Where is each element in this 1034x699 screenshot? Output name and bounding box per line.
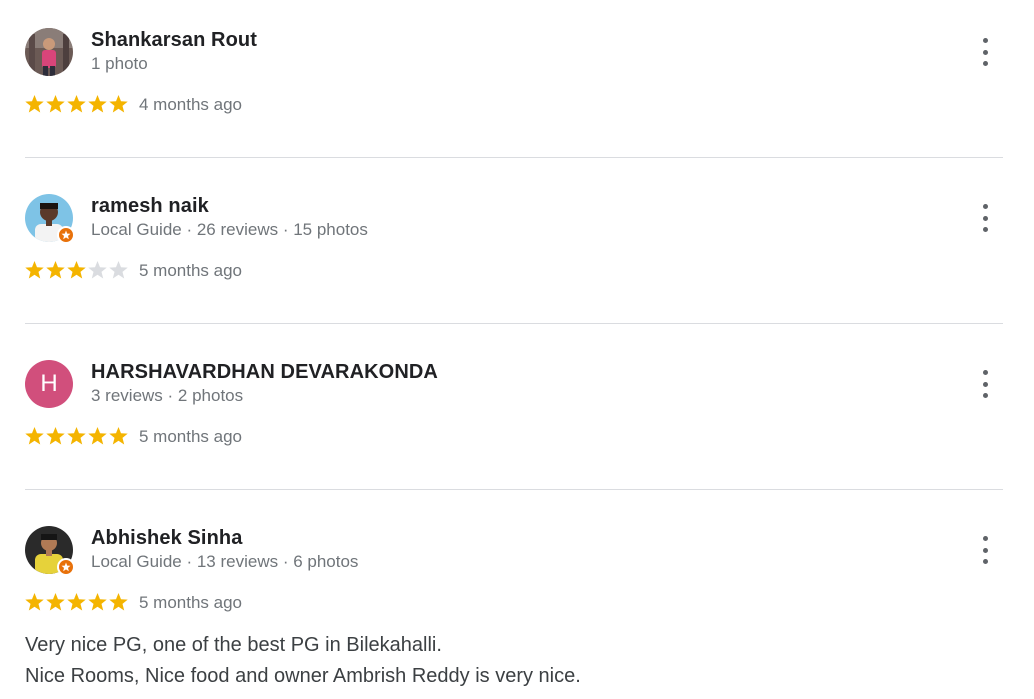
star-icon xyxy=(46,427,65,445)
reviewer-name[interactable]: HARSHAVARDHAN DEVARAKONDA xyxy=(91,361,438,384)
reviewer-avatar[interactable] xyxy=(25,28,73,76)
star-icon xyxy=(46,593,65,611)
more-vert-icon[interactable] xyxy=(975,536,995,564)
star-icon xyxy=(67,593,86,611)
reviewer-meta[interactable]: Local Guide · 13 reviews · 6 photos xyxy=(91,552,358,572)
more-vert-icon[interactable] xyxy=(975,204,995,232)
star-icon xyxy=(109,427,128,445)
reviewer-meta[interactable]: 3 reviews · 2 photos xyxy=(91,386,243,406)
avatar-photo xyxy=(25,28,73,76)
star-icon xyxy=(25,593,44,611)
reviewer-avatar[interactable] xyxy=(25,526,75,576)
star-icon xyxy=(25,95,44,113)
star-icon xyxy=(88,261,107,279)
star-icon xyxy=(67,261,86,279)
star-icon xyxy=(67,427,86,445)
review-text: Very nice PG, one of the best PG in Bile… xyxy=(25,630,581,692)
divider xyxy=(25,323,1003,324)
star-icon xyxy=(67,95,86,113)
reviewer-name[interactable]: Shankarsan Rout xyxy=(91,29,257,52)
reviewer-avatar[interactable] xyxy=(25,194,75,244)
star-icon xyxy=(109,593,128,611)
local-guide-badge-icon xyxy=(57,558,75,576)
star-icon xyxy=(109,261,128,279)
star-icon xyxy=(25,427,44,445)
star-icon xyxy=(88,95,107,113)
star-icon xyxy=(88,593,107,611)
divider xyxy=(25,157,1003,158)
star-rating xyxy=(24,260,129,280)
reviewer-name[interactable]: ramesh naik xyxy=(91,195,209,218)
star-icon xyxy=(88,427,107,445)
reviewer-meta[interactable]: Local Guide · 26 reviews · 15 photos xyxy=(91,220,368,240)
reviewer-meta[interactable]: 1 photo xyxy=(91,54,148,74)
star-rating xyxy=(24,94,129,114)
review-time: 5 months ago xyxy=(139,593,243,612)
more-vert-icon[interactable] xyxy=(975,38,995,66)
avatar-letter: H xyxy=(25,360,73,408)
star-rating xyxy=(24,426,129,446)
reviewer-name[interactable]: Abhishek Sinha xyxy=(91,527,242,550)
review-text-line: Nice Rooms, Nice food and owner Ambrish … xyxy=(25,665,581,687)
review-time: 5 months ago xyxy=(139,261,243,280)
divider xyxy=(25,489,1003,490)
star-icon xyxy=(46,261,65,279)
review-text-line: Very nice PG, one of the best PG in Bile… xyxy=(25,634,442,656)
reviewer-avatar[interactable]: H xyxy=(25,360,73,408)
star-rating xyxy=(24,592,129,612)
local-guide-badge-icon xyxy=(57,226,75,244)
review-time: 5 months ago xyxy=(139,427,243,446)
star-icon xyxy=(46,95,65,113)
star-icon xyxy=(25,261,44,279)
star-icon xyxy=(109,95,128,113)
more-vert-icon[interactable] xyxy=(975,370,995,398)
review-time: 4 months ago xyxy=(139,95,243,114)
